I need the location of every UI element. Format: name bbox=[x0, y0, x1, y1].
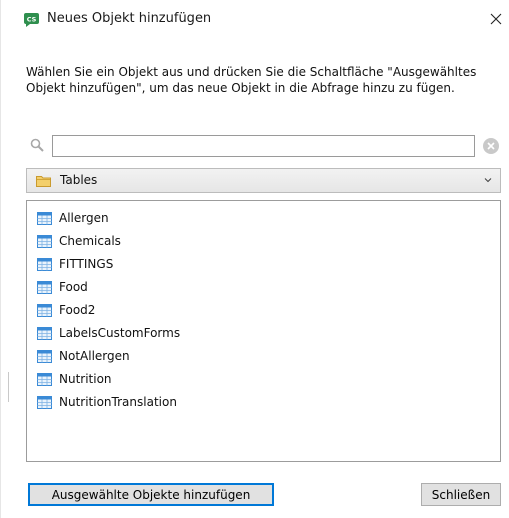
table-icon bbox=[37, 326, 52, 340]
table-icon bbox=[37, 349, 52, 363]
table-icon bbox=[37, 257, 52, 271]
close-icon bbox=[490, 13, 502, 25]
table-icon bbox=[37, 280, 52, 294]
table-icon bbox=[37, 234, 52, 248]
close-button[interactable]: Schließen bbox=[421, 483, 501, 506]
title-bar: CS Neues Objekt hinzufügen bbox=[1, 0, 509, 40]
add-selected-objects-button[interactable]: Ausgewählte Objekte hinzufügen bbox=[28, 483, 274, 506]
close-window-button[interactable] bbox=[483, 6, 509, 32]
instruction-text: Wählen Sie ein Objekt aus und drücken Si… bbox=[26, 65, 477, 95]
object-list[interactable]: Allergen Chemicals FITTINGS Food Food2 L… bbox=[26, 200, 501, 462]
clear-icon bbox=[487, 142, 495, 150]
list-item[interactable]: Food bbox=[37, 277, 88, 297]
dialog-window: CS Neues Objekt hinzufügen Wählen Sie ei… bbox=[0, 0, 509, 518]
table-icon bbox=[37, 372, 52, 386]
list-item-label: Nutrition bbox=[59, 372, 112, 386]
list-item[interactable]: NotAllergen bbox=[37, 346, 130, 366]
folder-icon bbox=[36, 176, 51, 187]
chevron-down-icon bbox=[484, 178, 492, 183]
search-icon bbox=[30, 138, 44, 152]
list-item-label: Allergen bbox=[59, 211, 109, 225]
list-item[interactable]: Allergen bbox=[37, 208, 109, 228]
table-icon bbox=[37, 211, 52, 225]
list-item[interactable]: Nutrition bbox=[37, 369, 112, 389]
search-input[interactable] bbox=[52, 135, 475, 157]
list-item[interactable]: NutritionTranslation bbox=[37, 392, 177, 412]
window-title: Neues Objekt hinzufügen bbox=[47, 11, 212, 26]
list-item-label: Food bbox=[59, 280, 88, 294]
list-item[interactable]: Chemicals bbox=[37, 231, 121, 251]
list-item-label: FITTINGS bbox=[59, 257, 114, 271]
list-item-label: NutritionTranslation bbox=[59, 395, 177, 409]
list-item[interactable]: Food2 bbox=[37, 300, 95, 320]
list-item-label: Food2 bbox=[59, 303, 96, 317]
list-item[interactable]: FITTINGS bbox=[37, 254, 113, 274]
category-dropdown[interactable]: Tables bbox=[26, 168, 501, 193]
window-edge-marker bbox=[8, 372, 9, 402]
list-item-label: Chemicals bbox=[59, 234, 121, 248]
app-logo-icon: CS bbox=[24, 13, 39, 27]
list-item-label: LabelsCustomForms bbox=[59, 326, 181, 340]
clear-search-button[interactable] bbox=[483, 138, 499, 154]
dropdown-selected-value: Tables bbox=[60, 173, 98, 187]
app-logo-text: CS bbox=[27, 15, 37, 23]
list-item[interactable]: LabelsCustomForms bbox=[37, 323, 180, 343]
table-icon bbox=[37, 395, 52, 409]
table-icon bbox=[37, 303, 52, 317]
list-item-label: NotAllergen bbox=[59, 349, 130, 363]
